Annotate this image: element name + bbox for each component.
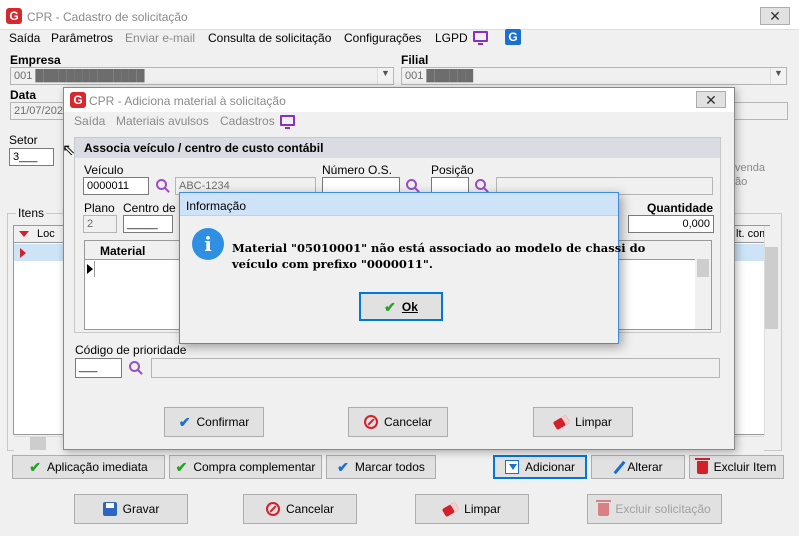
- quantidade-field[interactable]: 0,000: [628, 215, 714, 233]
- sort-arrow-icon[interactable]: [19, 231, 29, 242]
- menu-lgpd[interactable]: LGPD: [435, 31, 468, 45]
- material-vertical-scrollbar[interactable]: [695, 241, 711, 329]
- veiculo-label: Veículo: [84, 163, 124, 177]
- confirmar-button[interactable]: ✔ Confirmar: [164, 407, 264, 437]
- menu-configuracoes[interactable]: Configurações: [344, 31, 421, 45]
- info-icon: i: [192, 228, 224, 260]
- eraser-icon: [552, 414, 571, 430]
- limpar-sub-button[interactable]: Limpar: [533, 407, 633, 437]
- plano-label: Plano: [84, 201, 115, 215]
- main-window-title: CPR - Cadastro de solicitação: [27, 10, 188, 24]
- material-column-header[interactable]: Material: [100, 244, 145, 258]
- cancelar-main-button[interactable]: Cancelar: [243, 494, 357, 524]
- check-icon: ✔: [175, 459, 188, 475]
- dialog-message-line2: veículo com prefixo "0000011".: [232, 257, 433, 271]
- ok-button[interactable]: ✔ Ok: [359, 292, 443, 321]
- excluir-item-button[interactable]: Excluir Item: [689, 455, 784, 479]
- quantidade-label: Quantidade: [647, 201, 714, 215]
- search-icon[interactable]: [406, 179, 417, 193]
- mouse-cursor-icon: ⇖: [62, 142, 76, 159]
- search-icon[interactable]: [129, 361, 140, 375]
- check-icon: ✔: [384, 298, 396, 315]
- monitor-icon[interactable]: [473, 31, 488, 45]
- itens-label: Itens: [16, 206, 47, 220]
- prioridade-desc-field: [151, 358, 720, 378]
- row-pointer-icon: [87, 264, 98, 274]
- filial-select[interactable]: 001 ██████: [401, 67, 787, 85]
- filial-label: Filial: [401, 53, 429, 67]
- pencil-icon: [613, 460, 626, 474]
- plano-field: 2: [83, 215, 117, 233]
- centro-label: Centro de c: [123, 201, 186, 215]
- app-logo-icon: G: [70, 92, 86, 108]
- menu-enviar-email[interactable]: Enviar e-mail: [125, 31, 195, 45]
- dialog-message-line1: Material "05010001" não está associado a…: [232, 241, 646, 255]
- dialog-title: Informação: [186, 199, 247, 213]
- centro-field[interactable]: _____: [123, 215, 173, 233]
- alterar-button[interactable]: Alterar: [591, 455, 685, 479]
- excluir-solicitacao-button[interactable]: Excluir solicitação: [587, 494, 722, 524]
- sub-menu-materiais-avulsos[interactable]: Materiais avulsos: [116, 114, 209, 128]
- veiculo-field[interactable]: 0000011: [83, 177, 149, 195]
- app-logo-icon: G: [6, 8, 22, 24]
- data-right-field[interactable]: [728, 102, 788, 120]
- empresa-label: Empresa: [10, 53, 61, 67]
- cancel-icon: [265, 502, 280, 516]
- search-icon[interactable]: [475, 179, 486, 193]
- scrollbar-thumb[interactable]: [697, 259, 709, 277]
- sub-window-title: CPR - Adiciona material à solicitação: [89, 94, 286, 108]
- compra-complementar-button[interactable]: ✔ Compra complementar: [169, 455, 322, 479]
- empresa-select[interactable]: 001 ██████████████: [10, 67, 394, 85]
- cancelar-sub-button[interactable]: Cancelar: [348, 407, 448, 437]
- check-icon: ✔: [178, 414, 191, 430]
- data-label: Data: [10, 88, 37, 102]
- setor-label: Setor: [9, 133, 38, 147]
- numero-os-label: Número O.S.: [322, 163, 393, 177]
- trash-icon: [596, 499, 612, 516]
- setor-field[interactable]: 3___: [9, 148, 54, 166]
- download-icon: [504, 460, 519, 474]
- marcar-todos-button[interactable]: ✔ Marcar todos: [326, 455, 436, 479]
- venda-text: venda: [735, 162, 765, 174]
- prioridade-field[interactable]: ___: [75, 358, 122, 378]
- row-pointer-icon: [20, 248, 31, 258]
- menu-consulta-solicitacao[interactable]: Consulta de solicitação: [208, 31, 331, 45]
- search-icon[interactable]: [156, 179, 167, 193]
- menu-saida[interactable]: Saída: [9, 31, 40, 45]
- check-icon: ✔: [29, 459, 41, 475]
- sub-menu-cadastros[interactable]: Cadastros: [220, 114, 275, 128]
- loc-column-header[interactable]: Loc: [37, 228, 55, 240]
- sub-close-button[interactable]: ✕: [696, 91, 726, 108]
- prioridade-label: Código de prioridade: [75, 343, 187, 357]
- monitor-icon[interactable]: [280, 115, 295, 129]
- menu-parametros[interactable]: Parâmetros: [51, 31, 113, 45]
- check-icon: ✔: [337, 459, 349, 475]
- ao-text: ão: [735, 176, 748, 188]
- adicionar-button[interactable]: Adicionar: [493, 455, 587, 479]
- section-header: Associa veículo / centro de custo contáb…: [75, 138, 720, 158]
- cancel-icon: [363, 415, 378, 429]
- data-field[interactable]: 21/07/202: [10, 102, 66, 120]
- aplicacao-imediata-button[interactable]: ✔ Aplicação imediata: [12, 455, 165, 479]
- hscroll-thumb[interactable]: [30, 437, 46, 450]
- chevron-down-icon[interactable]: ▼: [377, 68, 393, 84]
- g-logo-icon[interactable]: G: [505, 29, 521, 45]
- gravar-button[interactable]: Gravar: [74, 494, 188, 524]
- trash-icon: [694, 457, 710, 474]
- main-close-button[interactable]: ✕: [760, 7, 790, 25]
- save-icon: [102, 502, 117, 516]
- scrollbar-thumb[interactable]: [765, 247, 778, 329]
- sub-menu-saida[interactable]: Saída: [74, 114, 105, 128]
- limpar-main-button[interactable]: Limpar: [415, 494, 529, 524]
- posicao-label: Posição: [431, 163, 474, 177]
- chevron-down-icon[interactable]: ▼: [770, 68, 786, 84]
- eraser-icon: [441, 501, 460, 517]
